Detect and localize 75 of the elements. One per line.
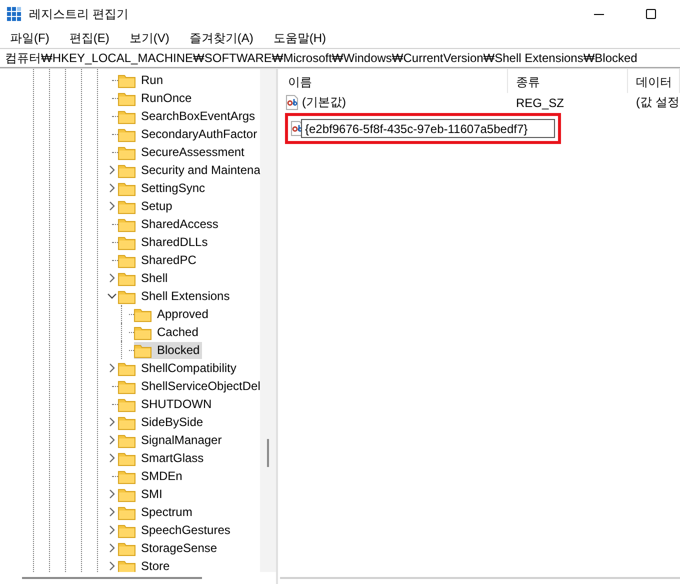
window-title: 레지스트리 편집기	[29, 6, 128, 22]
tree-item[interactable]: SharedPC	[118, 252, 198, 268]
tree-item[interactable]: SMDEn	[118, 468, 184, 484]
tree-item[interactable]: Blocked	[134, 342, 202, 358]
tree-item[interactable]: SharedDLLs	[118, 234, 210, 250]
tree-item[interactable]: SearchBoxEventArgs	[118, 108, 258, 124]
tree-item[interactable]: Shell Extensions	[118, 288, 232, 304]
folder-icon	[118, 414, 136, 430]
tree-item[interactable]: Store	[118, 558, 172, 572]
tree-item[interactable]: StorageSense	[118, 540, 220, 556]
folder-icon	[118, 162, 136, 178]
string-value-icon	[286, 95, 298, 110]
tree-item[interactable]: SecondaryAuthFactor	[118, 126, 260, 142]
tree-item[interactable]: SignalManager	[118, 432, 224, 448]
folder-icon	[118, 540, 136, 556]
tree-item[interactable]: SettingSync	[118, 180, 208, 196]
string-value-icon	[291, 121, 303, 136]
tree-item[interactable]: SMI	[118, 486, 164, 502]
column-header[interactable]: 종류	[508, 69, 628, 93]
folder-icon	[118, 180, 136, 196]
column-header[interactable]: 이름	[280, 69, 508, 93]
folder-icon	[118, 108, 136, 124]
folder-icon	[118, 396, 136, 412]
menu-item[interactable]: 보기(V)	[123, 30, 176, 46]
tree-item[interactable]: Spectrum	[118, 504, 194, 520]
menu-item[interactable]: 도움말(H)	[267, 30, 332, 46]
menu-item[interactable]: 파일(F)	[4, 30, 56, 46]
folder-icon	[118, 558, 136, 572]
tree-item[interactable]: SHUTDOWN	[118, 396, 214, 412]
tree-item[interactable]: ShellServiceObjectDel	[118, 378, 260, 394]
tree-item[interactable]: SpeechGestures	[118, 522, 232, 538]
tree-item[interactable]: Setup	[118, 198, 174, 214]
maximize-icon	[646, 9, 656, 19]
folder-icon	[118, 378, 136, 394]
tree-item[interactable]: Approved	[134, 306, 210, 322]
folder-icon	[118, 486, 136, 502]
registry-icon	[6, 6, 22, 22]
folder-icon	[118, 144, 136, 160]
folder-icon	[118, 432, 136, 448]
folder-icon	[118, 72, 136, 88]
tree-item[interactable]: Run	[118, 72, 166, 88]
tree-item[interactable]: Cached	[134, 324, 200, 340]
scrollbar-thumb[interactable]	[22, 577, 202, 579]
folder-icon	[134, 342, 152, 358]
folder-icon	[118, 216, 136, 232]
tree-item[interactable]: SharedAccess	[118, 216, 220, 232]
folder-icon	[134, 324, 152, 340]
value-name: (기본값)	[302, 94, 346, 111]
folder-icon	[118, 234, 136, 250]
tree-item[interactable]: SecureAssessment	[118, 144, 246, 160]
value-data: (값 설정	[635, 94, 680, 111]
folder-icon	[118, 450, 136, 466]
folder-icon	[118, 126, 136, 142]
folder-icon	[118, 270, 136, 286]
column-header[interactable]: 데이터	[628, 69, 680, 93]
folder-icon	[118, 90, 136, 106]
tree-item[interactable]: ShellCompatibility	[118, 360, 238, 376]
folder-icon	[118, 522, 136, 538]
folder-icon	[118, 468, 136, 484]
vertical-scrollbar[interactable]	[260, 69, 276, 572]
tree-item[interactable]: RunOnce	[118, 90, 194, 106]
folder-icon	[134, 306, 152, 322]
folder-icon	[118, 360, 136, 376]
folder-icon	[118, 198, 136, 214]
folder-icon	[118, 504, 136, 520]
chevron-icon[interactable]	[108, 363, 114, 373]
value-type: REG_SZ	[515, 96, 566, 110]
tree-item[interactable]: Shell	[118, 270, 170, 286]
tree-item[interactable]: Security and Maintena	[118, 162, 260, 178]
menu-item[interactable]: 편집(E)	[63, 30, 116, 46]
tree-item[interactable]: SideBySide	[118, 414, 206, 430]
folder-icon	[118, 252, 136, 268]
tree-item[interactable]: SmartGlass	[118, 450, 206, 466]
folder-icon	[118, 288, 136, 304]
menu-item[interactable]: 즐겨찾기(A)	[183, 30, 260, 46]
